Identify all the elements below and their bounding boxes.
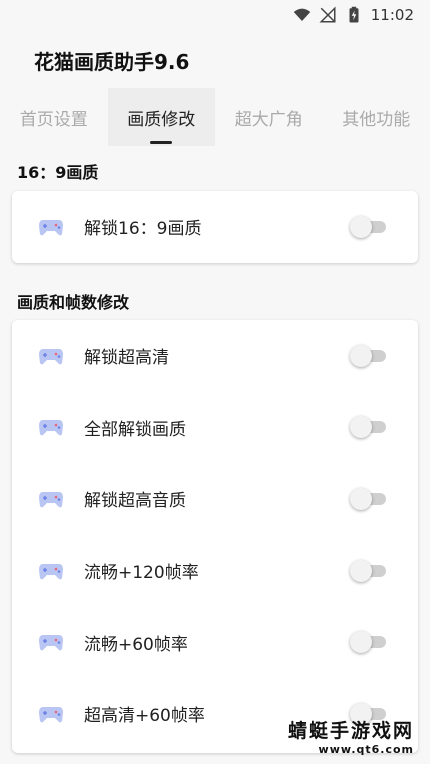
toggle-thumb <box>350 344 372 367</box>
tab-wide-angle[interactable]: 超大广角 <box>215 88 323 146</box>
gamepad-icon <box>39 219 63 236</box>
toggle-switch[interactable] <box>350 215 388 238</box>
tab-bar: 首页设置 画质修改 超大广角 其他功能 <box>0 88 430 146</box>
setting-row-unlock-ultra-audio: 解锁超高音质 <box>12 463 418 535</box>
section-title-quality-framerate: 画质和帧数修改 <box>17 293 130 312</box>
setting-row-unlock-16-9: 解锁16：9画质 <box>12 191 418 263</box>
wifi-icon <box>293 8 311 21</box>
tab-quality-modify[interactable]: 画质修改 <box>107 88 215 146</box>
gamepad-icon <box>39 491 63 508</box>
setting-row-unlock-ultra-hd: 解锁超高清 <box>12 320 418 392</box>
setting-label: 解锁超高音质 <box>84 491 186 512</box>
section-title-16-9: 16：9画质 <box>17 163 99 182</box>
toggle-switch[interactable] <box>350 631 388 654</box>
toggle-thumb <box>350 631 372 654</box>
toggle-switch[interactable] <box>350 559 388 582</box>
tab-home-settings[interactable]: 首页设置 <box>0 88 108 146</box>
gamepad-icon <box>39 706 63 723</box>
setting-label: 全部解锁画质 <box>84 419 186 440</box>
status-bar: 11:02 <box>0 0 430 30</box>
battery-charging-icon <box>349 6 359 23</box>
site-watermark: 蜻蜓手游戏网 www.qt6.com <box>288 716 414 756</box>
setting-row-smooth-60fps: 流畅+60帧率 <box>12 606 418 678</box>
setting-row-unlock-all-quality: 全部解锁画质 <box>12 392 418 464</box>
setting-label: 超高清+60帧率 <box>84 706 205 727</box>
toggle-thumb <box>350 559 372 582</box>
toggle-switch[interactable] <box>350 416 388 439</box>
toggle-switch[interactable] <box>350 487 388 510</box>
watermark-name: 蜻蜓手游戏网 <box>287 720 414 742</box>
gamepad-icon <box>39 348 63 365</box>
setting-label: 解锁超高清 <box>84 348 169 369</box>
toggle-thumb <box>350 487 372 510</box>
card-16-9: 解锁16：9画质 <box>12 191 418 263</box>
app-title: 花猫画质助手9.6 <box>34 50 190 74</box>
watermark-url: www.qt6.com <box>318 743 414 756</box>
toggle-thumb <box>350 416 372 439</box>
setting-label: 解锁16：9画质 <box>84 219 202 240</box>
gamepad-icon <box>39 420 63 436</box>
setting-label: 流畅+60帧率 <box>84 634 188 655</box>
gamepad-icon <box>39 563 63 579</box>
setting-label: 流畅+120帧率 <box>84 563 199 584</box>
setting-row-smooth-120fps: 流畅+120帧率 <box>12 535 418 607</box>
gamepad-icon <box>39 635 63 651</box>
card-quality-framerate: 解锁超高清 全部解锁画质 解锁超高音质 流畅+120帧率 流畅+60帧率 超高清… <box>12 320 418 753</box>
status-time: 11:02 <box>370 6 414 24</box>
toggle-thumb <box>350 215 372 238</box>
toggle-switch[interactable] <box>350 344 388 367</box>
no-signal-icon <box>319 6 336 23</box>
tab-other-functions[interactable]: 其他功能 <box>323 88 430 146</box>
